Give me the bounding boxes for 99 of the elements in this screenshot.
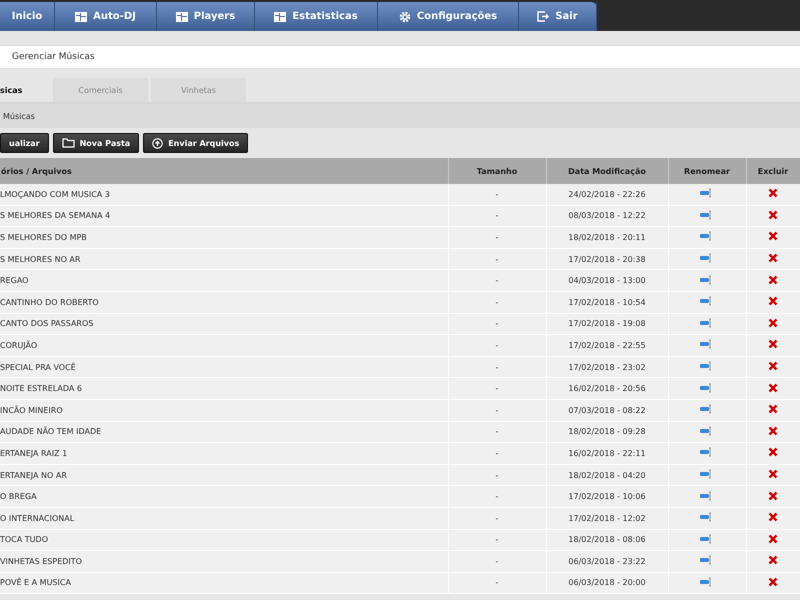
- nav-tab[interactable]: Sair: [519, 2, 597, 31]
- date-value: 17/02/2018 - 23:02: [568, 362, 646, 372]
- exit-icon: [537, 11, 550, 22]
- size-value: -: [496, 298, 498, 307]
- folder-name[interactable]: NOITE ESTRELADA 6: [0, 384, 82, 394]
- column-header: Renomear: [668, 158, 746, 184]
- delete-icon[interactable]: [768, 447, 778, 458]
- nav-tab[interactable]: Inicio: [0, 2, 55, 31]
- delete-icon[interactable]: [768, 469, 778, 480]
- delete-icon[interactable]: [768, 253, 778, 264]
- date-value: 17/02/2018 - 10:54: [568, 298, 646, 307]
- size-value: -: [496, 448, 498, 458]
- date-value: 16/02/2018 - 20:56: [568, 384, 646, 394]
- folder-name[interactable]: INCÃO MINEIRO: [0, 406, 63, 415]
- folder-name[interactable]: S MELHORES NO AR: [0, 254, 80, 264]
- folder-icon: [62, 138, 75, 148]
- size-value: -: [496, 492, 498, 502]
- nav-tab[interactable]: Auto-DJ: [55, 2, 157, 31]
- toolbar-button[interactable]: Enviar Arquivos: [143, 133, 248, 153]
- folder-name[interactable]: ERTANEJA NO AR: [0, 470, 67, 480]
- folder-name[interactable]: S MELHORES DO MPB: [0, 232, 87, 242]
- breadcrumb: Músicas: [3, 112, 35, 120]
- folder-name[interactable]: TOCA TUDO: [0, 535, 48, 544]
- date-value: 18/02/2018 - 20:11: [568, 232, 646, 242]
- size-value: -: [496, 319, 498, 328]
- grid-icon: [274, 12, 286, 22]
- date-value: 17/02/2018 - 19:08: [568, 319, 646, 328]
- column-header: Tamanho: [448, 158, 546, 184]
- page-title: Gerenciar Músicas: [12, 52, 95, 62]
- delete-icon[interactable]: [768, 555, 778, 566]
- size-value: -: [496, 514, 498, 523]
- delete-icon[interactable]: [768, 188, 778, 198]
- folder-name[interactable]: ERTANEJA RAIZ 1: [0, 448, 68, 458]
- size-value: -: [496, 276, 498, 286]
- delete-icon[interactable]: [768, 382, 778, 393]
- nav-tab[interactable]: Players: [157, 2, 255, 31]
- gear-icon: [398, 10, 411, 22]
- date-value: 06/03/2018 - 23:22: [568, 556, 646, 566]
- size-value: -: [496, 211, 498, 220]
- date-value: 04/03/2018 - 13:00: [568, 276, 646, 286]
- folder-name[interactable]: O BREGA: [0, 492, 37, 502]
- size-value: -: [496, 406, 498, 415]
- folder-name[interactable]: CORUJÃO: [0, 340, 38, 350]
- delete-icon[interactable]: [768, 576, 778, 587]
- nav-tab[interactable]: Estatisticas: [255, 2, 378, 31]
- delete-icon[interactable]: [768, 210, 778, 220]
- date-value: 17/02/2018 - 12:02: [568, 514, 646, 523]
- size-value: -: [496, 362, 498, 372]
- date-value: 16/02/2018 - 22:11: [568, 448, 646, 458]
- upload-icon: [152, 138, 164, 148]
- date-value: 18/02/2018 - 04:20: [568, 470, 646, 480]
- date-value: 07/03/2018 - 08:22: [568, 406, 646, 415]
- folder-name[interactable]: VINHETAS ESPEDITO: [0, 556, 82, 566]
- folder-name[interactable]: POVÊ E A MUSICA: [0, 578, 71, 588]
- toolbar-button[interactable]: ualizar: [0, 133, 49, 153]
- folder-name[interactable]: SPECIAL PRA VOCÊ: [0, 362, 76, 372]
- folder-name[interactable]: REGAO: [0, 276, 28, 286]
- size-value: -: [496, 535, 498, 544]
- column-header: Excluir: [746, 158, 800, 184]
- delete-icon[interactable]: [768, 231, 778, 242]
- delete-icon[interactable]: [768, 274, 778, 285]
- date-value: 17/02/2018 - 10:06: [568, 492, 646, 502]
- delete-icon[interactable]: [768, 318, 778, 328]
- column-header: órios / Arquivos: [0, 158, 448, 184]
- nav-tab[interactable]: Configurações: [378, 2, 519, 31]
- date-value: 18/02/2018 - 08:06: [568, 535, 646, 544]
- folder-name[interactable]: AUDADE NÃO TEM IDADE: [0, 427, 102, 436]
- folder-name[interactable]: CANTINHO DO ROBERTO: [0, 298, 99, 307]
- toolbar-button[interactable]: Nova Pasta: [52, 133, 140, 153]
- size-value: -: [496, 556, 498, 566]
- size-value: -: [496, 470, 498, 480]
- size-value: -: [496, 384, 498, 394]
- size-value: -: [496, 232, 498, 242]
- folder-name[interactable]: S MELHORES DA SEMANA 4: [0, 211, 110, 220]
- date-value: 17/02/2018 - 20:38: [568, 254, 646, 264]
- date-value: 18/02/2018 - 09:28: [568, 427, 646, 436]
- size-value: -: [496, 190, 498, 199]
- date-value: 08/03/2018 - 12:22: [568, 211, 646, 220]
- size-value: -: [496, 254, 498, 264]
- delete-icon[interactable]: [768, 361, 778, 372]
- date-value: 17/02/2018 - 22:55: [568, 340, 646, 350]
- folder-name[interactable]: CANTO DOS PASSAROS: [0, 319, 94, 328]
- grid-icon: [176, 12, 188, 22]
- grid-icon: [75, 12, 88, 22]
- delete-icon[interactable]: [768, 534, 778, 544]
- column-header: Data Modificação: [546, 158, 668, 184]
- delete-icon[interactable]: [768, 404, 778, 414]
- delete-icon[interactable]: [768, 490, 778, 501]
- size-value: -: [496, 340, 498, 350]
- folder-name[interactable]: O INTERNACIONAL: [0, 514, 74, 523]
- delete-icon[interactable]: [768, 339, 778, 350]
- delete-icon[interactable]: [768, 512, 778, 522]
- folder-name[interactable]: LMOÇANDO COM MUSICA 3: [0, 190, 110, 199]
- date-value: 06/03/2018 - 20:00: [568, 578, 646, 588]
- delete-icon[interactable]: [768, 296, 778, 306]
- date-value: 24/02/2018 - 22:26: [568, 190, 646, 199]
- size-value: -: [496, 427, 498, 436]
- size-value: -: [496, 578, 498, 588]
- delete-icon[interactable]: [768, 426, 778, 436]
